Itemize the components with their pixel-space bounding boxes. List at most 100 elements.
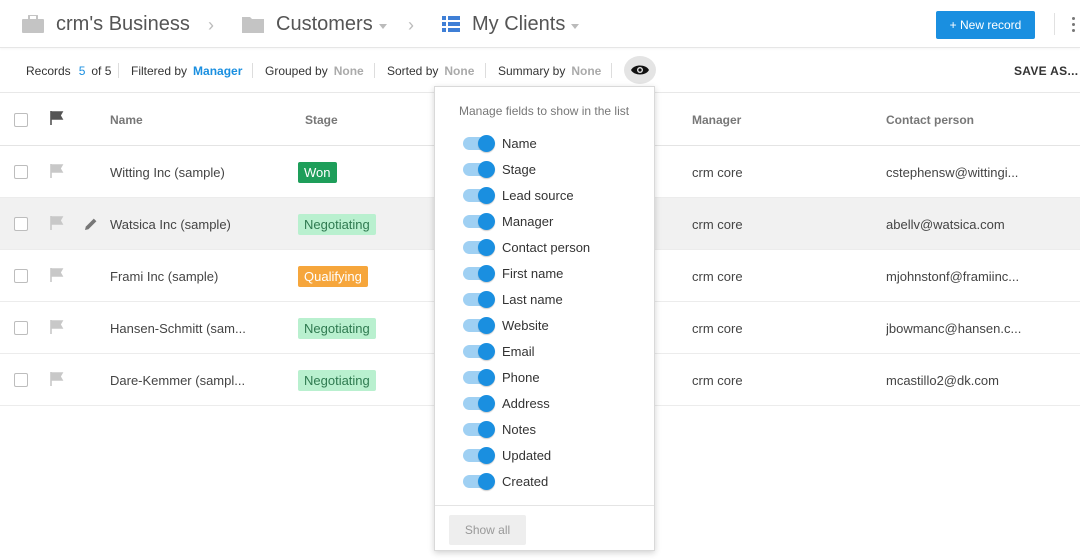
- toggle-switch[interactable]: [463, 316, 495, 334]
- toggle-switch[interactable]: [463, 368, 495, 386]
- top-bar: crm's Business › Customers › My Clients …: [0, 0, 1080, 48]
- field-label: Address: [502, 395, 550, 411]
- cell-manager: crm core: [692, 372, 743, 388]
- field-toggle-row[interactable]: Last name: [463, 289, 563, 309]
- filtered-label: Filtered by: [131, 63, 188, 78]
- toggle-switch[interactable]: [463, 134, 495, 152]
- row-checkbox[interactable]: [14, 269, 28, 283]
- breadcrumb-customers[interactable]: Customers: [242, 0, 387, 48]
- field-toggle-row[interactable]: Contact person: [463, 237, 590, 257]
- cell-contact: cstephensw@wittingi...: [886, 164, 1019, 180]
- breadcrumb-business[interactable]: crm's Business: [22, 0, 190, 48]
- toggle-switch[interactable]: [463, 238, 495, 256]
- flag-icon[interactable]: [50, 216, 64, 230]
- flag-icon[interactable]: [50, 268, 64, 282]
- field-toggle-row[interactable]: Created: [463, 471, 548, 491]
- row-checkbox[interactable]: [14, 165, 28, 179]
- field-toggle-row[interactable]: Address: [463, 393, 550, 413]
- field-label: Manager: [502, 213, 554, 229]
- toggle-switch[interactable]: [463, 186, 495, 204]
- field-label: Email: [502, 343, 535, 359]
- select-all-checkbox[interactable]: [14, 113, 28, 127]
- field-label: Updated: [502, 447, 552, 463]
- field-toggle-row[interactable]: Stage: [463, 159, 536, 179]
- field-toggle-row[interactable]: Website: [463, 315, 549, 335]
- grouped-by[interactable]: Grouped by None: [265, 48, 364, 93]
- row-checkbox[interactable]: [14, 217, 28, 231]
- field-label: Name: [502, 135, 537, 151]
- toggle-switch[interactable]: [463, 160, 495, 178]
- chevron-right-icon: ›: [208, 15, 214, 35]
- field-toggle-row[interactable]: Lead source: [463, 185, 574, 205]
- grouped-value: None: [333, 63, 364, 78]
- filtered-by[interactable]: Filtered by Manager: [131, 48, 242, 93]
- column-header-manager[interactable]: Manager: [692, 93, 741, 146]
- stage-badge: Negotiating: [298, 317, 376, 339]
- field-toggle-row[interactable]: Notes: [463, 419, 536, 439]
- show-all-button[interactable]: Show all: [449, 515, 526, 545]
- popup-title: Manage fields to show in the list: [459, 104, 630, 118]
- toggle-switch[interactable]: [463, 212, 495, 230]
- field-label: First name: [502, 265, 564, 281]
- divider: [374, 63, 375, 78]
- new-record-button[interactable]: + New record: [936, 11, 1035, 39]
- cell-manager: crm core: [692, 164, 743, 180]
- toggle-switch[interactable]: [463, 394, 495, 412]
- field-toggle-row[interactable]: First name: [463, 263, 563, 283]
- breadcrumb-view[interactable]: My Clients: [442, 0, 580, 48]
- toggle-switch[interactable]: [463, 446, 495, 464]
- toggle-switch[interactable]: [463, 420, 495, 438]
- divider: [435, 505, 654, 506]
- flag-icon[interactable]: [50, 111, 64, 125]
- column-header-contact[interactable]: Contact person: [886, 93, 974, 146]
- column-header-stage[interactable]: Stage: [305, 93, 338, 146]
- summary-value: None: [571, 63, 602, 78]
- cell-manager: crm core: [692, 216, 743, 232]
- cell-name: Hansen-Schmitt (sam...: [110, 320, 246, 336]
- folder-icon: [242, 17, 264, 33]
- row-checkbox[interactable]: [14, 373, 28, 387]
- row-checkbox[interactable]: [14, 321, 28, 335]
- field-toggle-row[interactable]: Manager: [463, 211, 553, 231]
- toggle-switch[interactable]: [463, 264, 495, 282]
- grouped-label: Grouped by: [265, 63, 328, 78]
- stage-badge: Negotiating: [298, 213, 376, 235]
- flag-icon[interactable]: [50, 164, 64, 178]
- cell-name: Witting Inc (sample): [110, 164, 225, 180]
- divider: [118, 63, 119, 78]
- pencil-icon[interactable]: [84, 217, 98, 231]
- field-label: Lead source: [502, 187, 574, 203]
- divider: [1054, 13, 1055, 35]
- stage-badge: Qualifying: [298, 265, 368, 287]
- flag-icon[interactable]: [50, 320, 64, 334]
- chevron-down-icon: [378, 23, 387, 29]
- divider: [252, 63, 253, 78]
- toggle-switch[interactable]: [463, 342, 495, 360]
- field-toggle-row[interactable]: Updated: [463, 445, 551, 465]
- field-label: Phone: [502, 369, 540, 385]
- field-toggle-row[interactable]: Name: [463, 133, 537, 153]
- business-title: crm's Business: [56, 12, 190, 35]
- field-label: Notes: [502, 421, 536, 437]
- field-toggle-row[interactable]: Email: [463, 341, 535, 361]
- column-header-name[interactable]: Name: [110, 93, 143, 146]
- eye-icon[interactable]: [624, 56, 656, 84]
- summary-label: Summary by: [498, 63, 566, 78]
- list-view-icon: [442, 16, 460, 32]
- save-as-button[interactable]: SAVE AS...: [1014, 48, 1078, 93]
- field-toggle-row[interactable]: Phone: [463, 367, 540, 387]
- flag-icon[interactable]: [50, 372, 64, 386]
- toggle-switch[interactable]: [463, 472, 495, 490]
- stage-badge: Negotiating: [298, 369, 376, 391]
- cell-contact: mcastillo2@dk.com: [886, 372, 999, 388]
- toggle-switch[interactable]: [463, 290, 495, 308]
- field-label: Website: [502, 317, 549, 333]
- field-label: Created: [502, 473, 549, 489]
- cell-name: Frami Inc (sample): [110, 268, 219, 284]
- cell-contact: abellv@watsica.com: [886, 216, 1005, 232]
- divider: [485, 63, 486, 78]
- sorted-label: Sorted by: [387, 63, 439, 78]
- field-label: Contact person: [502, 239, 591, 255]
- more-options-icon[interactable]: [1072, 17, 1076, 35]
- chevron-down-icon: [571, 23, 580, 29]
